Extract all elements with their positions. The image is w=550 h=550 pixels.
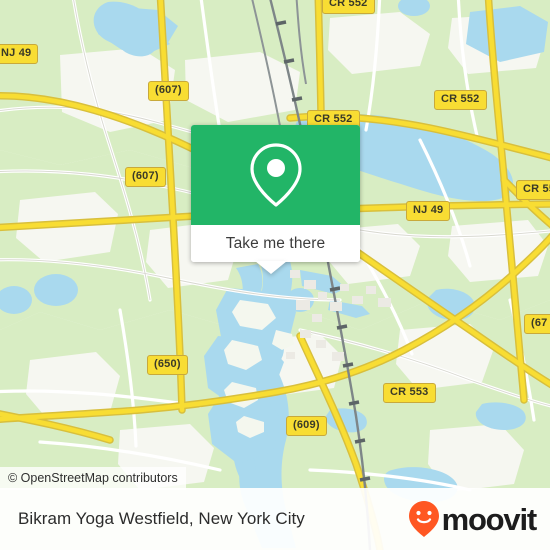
moovit-smile-pin-icon <box>408 501 439 537</box>
road-shield: (650) <box>147 355 188 375</box>
popup-pointer-tip <box>255 261 287 274</box>
popup-image-area <box>191 125 360 225</box>
road-shield: NJ 49 <box>406 201 451 221</box>
map-attribution[interactable]: © OpenStreetMap contributors <box>0 467 186 490</box>
road-shield: NJ 49 <box>0 44 39 64</box>
map-canvas[interactable]: NJ 49 (607) CR 552 CR 552 (607) CR 553 NJ 49 (6… <box>0 0 550 550</box>
road-shield: CR 553 <box>383 383 436 403</box>
moovit-brand[interactable]: moovit <box>407 500 538 538</box>
road-shield: (607) <box>125 167 166 187</box>
road-shield: (607) <box>148 81 189 101</box>
road-shield: CR 552 <box>434 90 487 110</box>
road-shield: CR 553 <box>516 180 550 200</box>
screenshot-root: NJ 49 (607) CR 552 CR 552 (607) CR 553 NJ 49 (6… <box>0 0 550 550</box>
road-shield: CR 552 <box>322 0 375 14</box>
road-shield: (67 <box>524 314 550 334</box>
moovit-wordmark: moovit <box>441 501 538 537</box>
road-shield: (609) <box>286 416 327 436</box>
place-title: Bikram Yoga Westfield, New York City <box>18 509 305 528</box>
place-popup-card[interactable]: Take me there <box>191 125 360 262</box>
take-me-there-label: Take me there <box>225 234 326 252</box>
footer-bar: Bikram Yoga Westfield, New York City moo… <box>0 488 550 550</box>
popup-action-area[interactable]: Take me there <box>191 225 360 262</box>
map-pin-icon <box>249 143 302 207</box>
